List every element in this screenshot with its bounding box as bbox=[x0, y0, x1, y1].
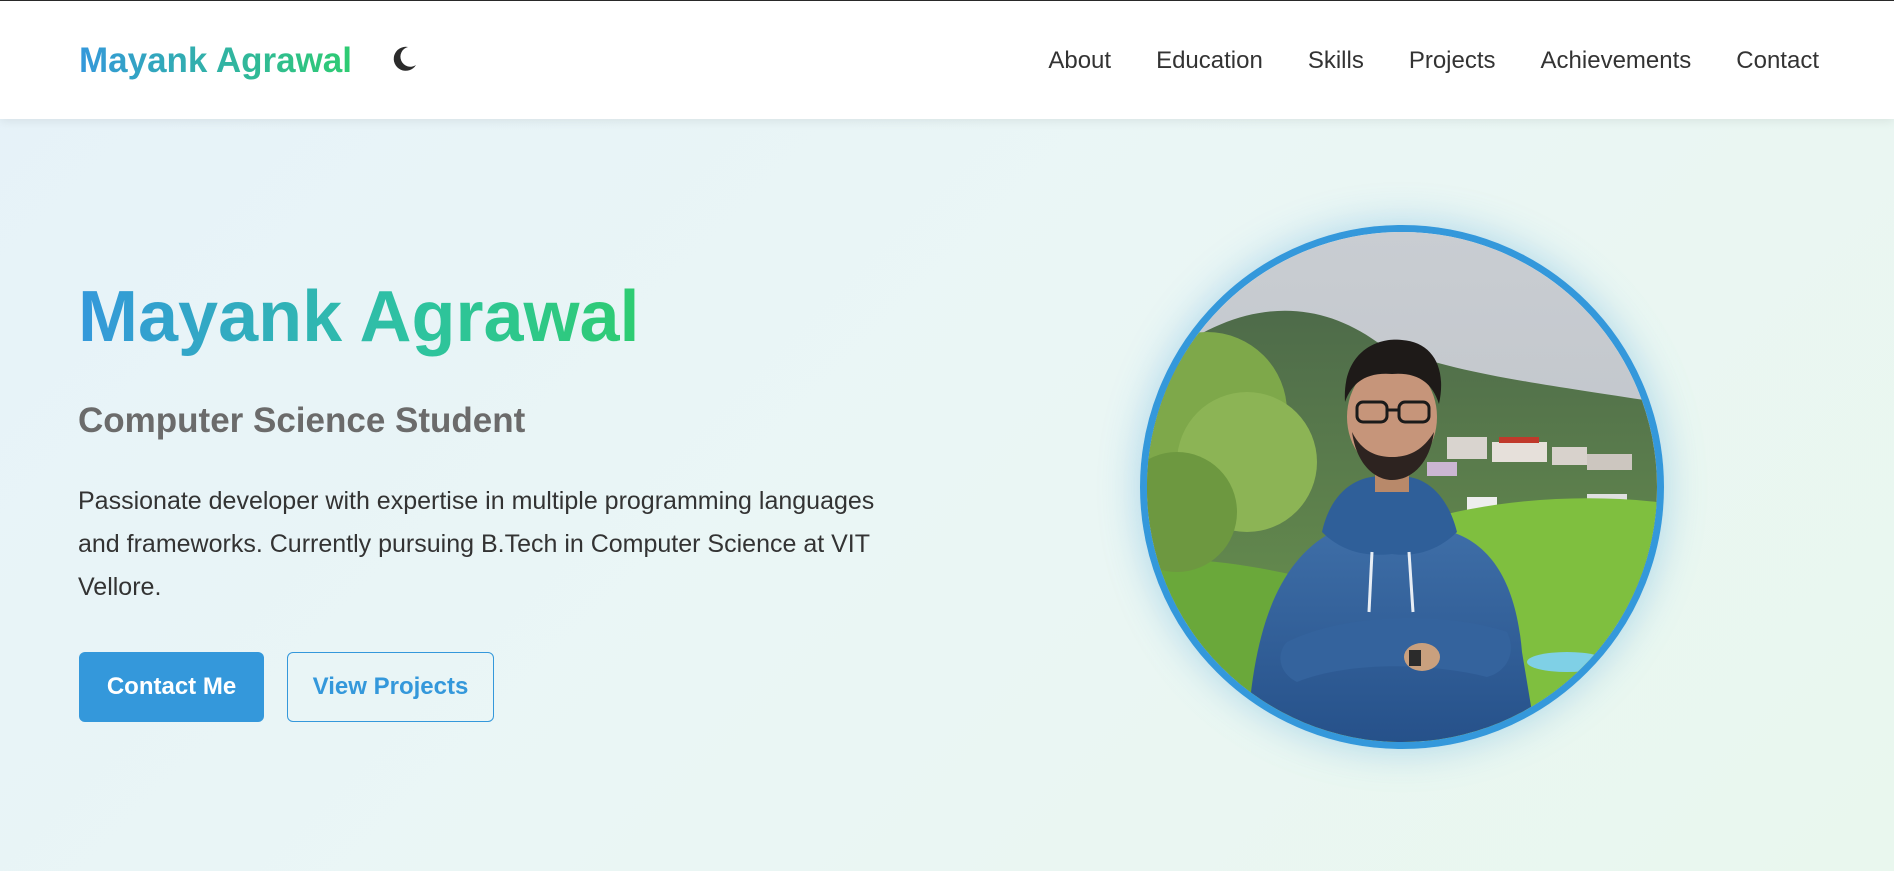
site-header: Mayank Agrawal About Education Skills Pr… bbox=[0, 1, 1894, 119]
view-projects-button[interactable]: View Projects bbox=[287, 652, 494, 722]
contact-me-button[interactable]: Contact Me bbox=[79, 652, 264, 722]
moon-icon[interactable] bbox=[388, 43, 420, 75]
hero-description: Passionate developer with expertise in m… bbox=[78, 487, 875, 601]
nav-achievements[interactable]: Achievements bbox=[1541, 41, 1692, 81]
profile-photo bbox=[1140, 225, 1664, 749]
hero-role: Computer Science Student bbox=[78, 401, 526, 440]
nav-contact[interactable]: Contact bbox=[1736, 41, 1819, 81]
brand-logo[interactable]: Mayank Agrawal bbox=[79, 39, 352, 83]
main-nav: About Education Skills Projects Achievem… bbox=[1048, 41, 1819, 81]
hero-name: Mayank Agrawal bbox=[78, 270, 640, 365]
nav-education[interactable]: Education bbox=[1156, 41, 1263, 81]
nav-projects[interactable]: Projects bbox=[1409, 41, 1496, 81]
nav-skills[interactable]: Skills bbox=[1308, 41, 1364, 81]
nav-about[interactable]: About bbox=[1048, 41, 1111, 81]
